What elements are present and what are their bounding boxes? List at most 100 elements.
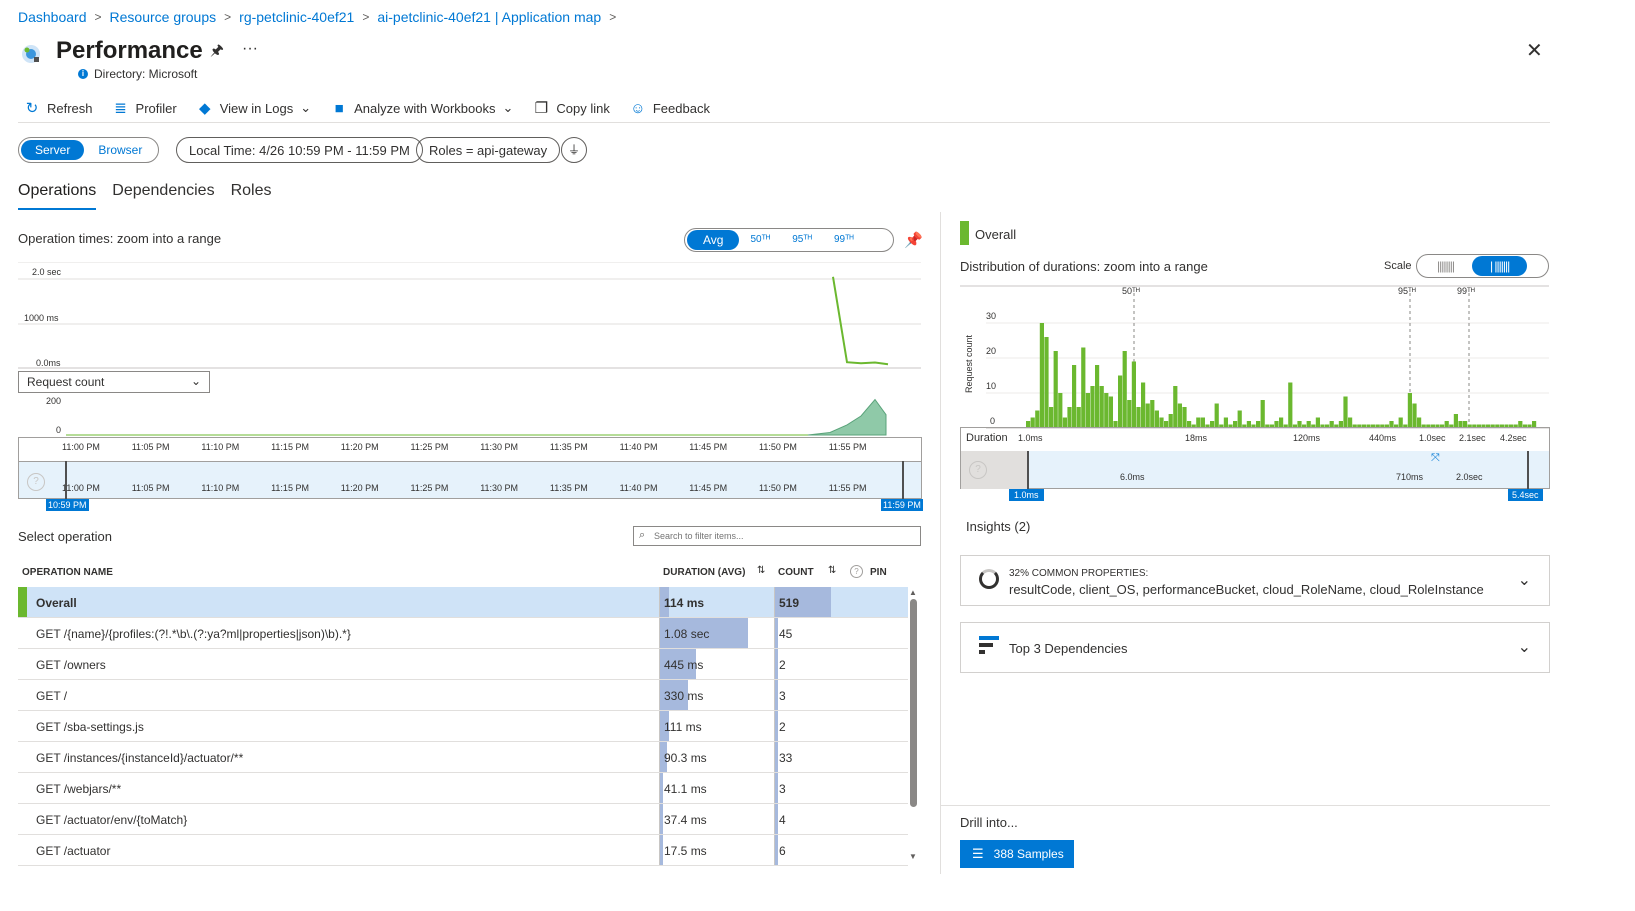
distribution-bar — [1453, 414, 1458, 428]
tab-operations[interactable]: Operations — [18, 182, 97, 210]
scale-log-option[interactable]: | ||||||| — [1471, 256, 1528, 276]
insight-common-properties[interactable]: 32% COMMON PROPERTIES: resultCode, clien… — [960, 555, 1550, 606]
breadcrumb-resource-groups[interactable]: Resource groups — [110, 9, 217, 25]
p95-option[interactable]: 95ᵀᴴ — [781, 230, 823, 250]
p99-option[interactable]: 99ᵀᴴ — [823, 230, 865, 250]
count-bar — [775, 742, 778, 772]
table-row[interactable]: GET /actuator 17.5 ms 6 — [18, 835, 908, 866]
time-brush[interactable]: 11:00 PM 11:05 PM 11:10 PM 11:15 PM 11:20 PM… — [18, 461, 922, 499]
col-duration[interactable]: DURATION (AVG) — [663, 567, 745, 578]
distribution-bar — [1108, 396, 1113, 428]
analyze-workbooks-button[interactable]: ■ Analyze with Workbooks ⌄ — [331, 100, 514, 117]
time-range-filter[interactable]: Local Time: 4/26 10:59 PM - 11:59 PM — [176, 137, 423, 163]
time-tick: 11:55 PM — [828, 442, 867, 452]
tab-roles[interactable]: Roles — [231, 182, 272, 210]
p50-option[interactable]: 50ᵀᴴ — [739, 230, 781, 250]
col-count[interactable]: COUNT — [778, 567, 814, 578]
roles-filter[interactable]: Roles = api-gateway — [416, 137, 561, 163]
sort-count-icon[interactable]: ⇅ — [828, 565, 836, 576]
duration-value: 17.5 ms — [664, 844, 707, 858]
distribution-bar — [1173, 386, 1178, 428]
logs-icon: ◆ — [198, 100, 211, 117]
scroll-up-icon[interactable]: ▲ — [908, 588, 918, 597]
time-tick: 11:35 PM — [549, 483, 588, 493]
table-row[interactable]: GET /{name}/{profiles:(?!.*\b\.(?:ya?ml|… — [18, 618, 908, 649]
table-row[interactable]: GET / 330 ms 3 — [18, 680, 908, 711]
distribution-bar — [1177, 403, 1182, 428]
breadcrumb-application-map[interactable]: ai-petclinic-40ef21 | Application map — [377, 9, 601, 25]
time-tick: 11:05 PM — [131, 442, 170, 452]
search-input[interactable] — [654, 528, 914, 544]
table-scrollbar[interactable]: ▲ ▼ — [908, 588, 918, 866]
sort-duration-icon[interactable]: ⇅ — [757, 565, 765, 576]
table-row[interactable]: GET /webjars/** 41.1 ms 3 — [18, 773, 908, 804]
insight-top-dependencies[interactable]: Top 3 Dependencies ⌄ — [960, 622, 1550, 673]
duration-brush[interactable]: ? 6.0ms 710ms 2.0sec ⤧ — [960, 451, 1550, 489]
brush-handle-right[interactable] — [902, 461, 904, 499]
copy-link-button[interactable]: ❐ Copy link — [533, 99, 610, 117]
pin-chart-icon[interactable]: 📌 — [904, 231, 923, 249]
y-tick-30: 30 — [986, 311, 996, 321]
tab-dependencies[interactable]: Dependencies — [112, 182, 214, 210]
count-bar — [775, 649, 778, 679]
distribution-bar — [1053, 351, 1058, 428]
samples-button[interactable]: ☰ 388 Samples — [960, 840, 1074, 868]
distribution-bar — [1237, 410, 1242, 428]
table-row[interactable]: GET /actuator/env/{toMatch} 37.4 ms 4 — [18, 804, 908, 835]
duration-cell: 114 ms — [659, 587, 769, 617]
time-tick: 11:40 PM — [619, 483, 658, 493]
request-count-chart[interactable]: 200 0 — [18, 394, 922, 438]
distribution-bar — [1260, 400, 1265, 428]
count-value: 519 — [779, 596, 800, 610]
scale-linear-option[interactable]: |||||||| — [1419, 256, 1472, 276]
distribution-bar — [1145, 403, 1150, 428]
col-operation-name[interactable]: OPERATION NAME — [22, 567, 113, 578]
feedback-button[interactable]: ☺ Feedback — [630, 100, 710, 117]
profiler-button[interactable]: ≣ Profiler — [113, 99, 176, 117]
metric-select[interactable]: Request count ⌄ — [18, 371, 210, 393]
browser-option[interactable]: Browser — [84, 140, 156, 160]
server-browser-toggle[interactable]: Server Browser — [18, 137, 160, 163]
table-row[interactable]: GET /instances/{instanceId}/actuator/** 9… — [18, 742, 908, 773]
reset-zoom-icon[interactable]: ? — [969, 461, 987, 479]
more-icon[interactable]: ··· — [242, 40, 258, 58]
add-filter-button[interactable]: ⏚ — [561, 137, 587, 163]
scale-toggle[interactable]: |||||||| | ||||||| — [1416, 254, 1549, 278]
time-tick: 11:00 PM — [62, 483, 100, 493]
view-in-logs-button[interactable]: ◆ View in Logs ⌄ — [197, 99, 311, 117]
duration-distribution-chart[interactable]: 30 20 10 0 Request count 50ᵀᴴ 95ᵀᴴ 99ᵀᴴ — [960, 285, 1550, 435]
panel-divider — [940, 212, 941, 874]
brush-handle-left[interactable] — [1027, 451, 1029, 489]
table-row-overall[interactable]: Overall 114 ms 519 — [18, 587, 908, 618]
scroll-down-icon[interactable]: ▼ — [909, 852, 917, 861]
brush-handle-right[interactable] — [1527, 451, 1529, 489]
insights-title: Insights (2) — [966, 519, 1031, 534]
brush-handle-left[interactable] — [65, 461, 67, 499]
view-in-logs-label: View in Logs — [219, 100, 294, 116]
table-row[interactable]: GET /owners 445 ms 2 — [18, 649, 908, 680]
count-bar — [775, 680, 778, 710]
reset-zoom-icon[interactable]: ? — [27, 473, 45, 491]
collapse-icon[interactable]: ⤧ — [1431, 452, 1440, 465]
duration-bar — [660, 773, 664, 803]
avg-option[interactable]: Avg — [687, 230, 740, 250]
breadcrumb-dashboard[interactable]: Dashboard — [18, 9, 87, 25]
scroll-thumb[interactable] — [909, 599, 917, 807]
dist-range-start: 1.0ms — [1009, 489, 1044, 501]
percentile-toggle[interactable]: Avg 50ᵀᴴ 95ᵀᴴ 99ᵀᴴ — [684, 228, 894, 252]
breadcrumb-resource-group[interactable]: rg-petclinic-40ef21 — [239, 9, 354, 25]
chevron-down-icon[interactable]: ⌄ — [1518, 570, 1531, 590]
duration-bar — [660, 835, 663, 865]
overall-swatch — [960, 221, 969, 245]
col-pin: PIN — [870, 567, 887, 578]
server-option[interactable]: Server — [21, 140, 85, 160]
y-label-0ms: 0.0ms — [36, 358, 61, 368]
close-icon[interactable]: ✕ — [1526, 38, 1543, 63]
table-row[interactable]: GET /sba-settings.js 111 ms 2 — [18, 711, 908, 742]
pin-icon[interactable]: 🖈 — [210, 40, 224, 65]
operation-name: GET /webjars/** — [36, 782, 122, 796]
chevron-down-icon[interactable]: ⌄ — [1518, 637, 1531, 657]
refresh-button[interactable]: ↻ Refresh — [24, 99, 93, 117]
op-times-chart[interactable]: 2.0 sec 1000 ms 0.0ms — [18, 262, 922, 372]
operation-search[interactable]: ⌕ — [633, 526, 921, 546]
